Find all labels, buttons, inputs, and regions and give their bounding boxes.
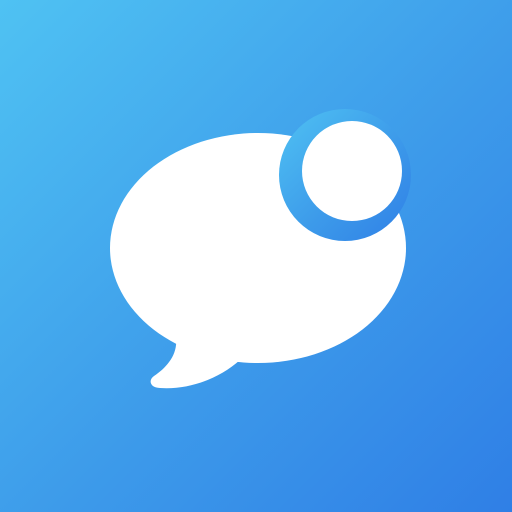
chat-bubble-notification-icon xyxy=(110,109,411,389)
notification-dot-icon xyxy=(302,121,402,221)
app-icon[interactable] xyxy=(0,0,512,512)
